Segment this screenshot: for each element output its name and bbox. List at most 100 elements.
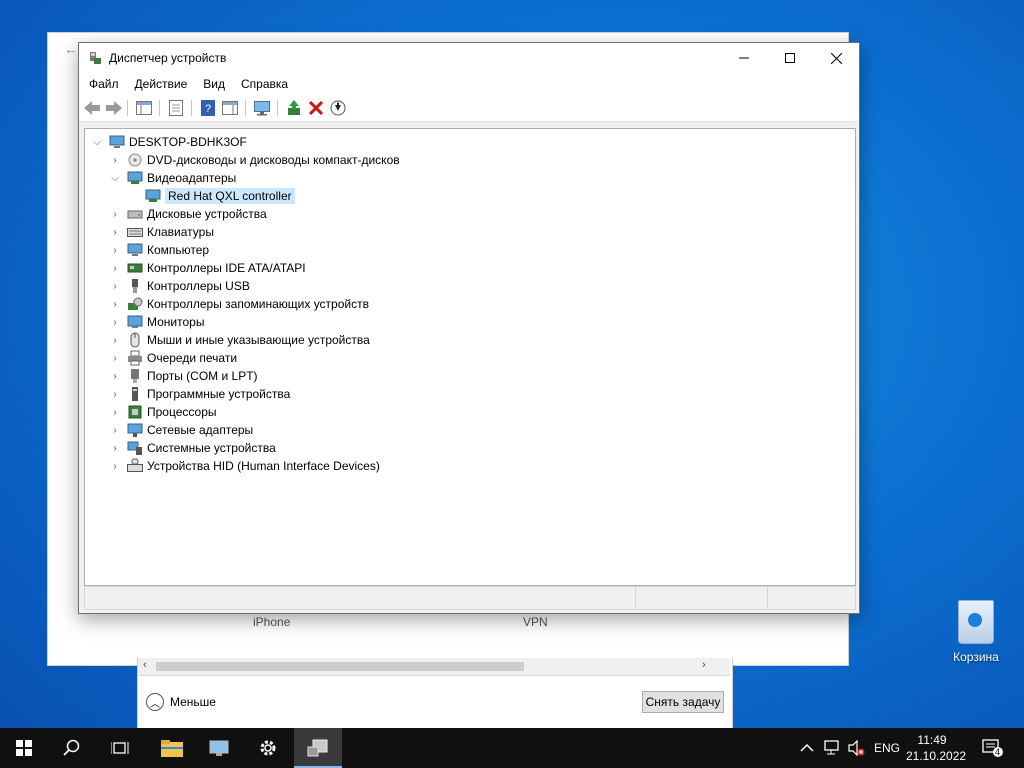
port-icon bbox=[131, 369, 139, 383]
device-manager-icon bbox=[90, 52, 101, 64]
chevron-right-icon[interactable]: › bbox=[109, 299, 121, 310]
tree-root[interactable]: ⌵ DESKTOP-BDHK3OF bbox=[91, 133, 247, 151]
tree-item-software-devices[interactable]: › Программные устройства bbox=[109, 385, 290, 403]
chevron-right-icon[interactable]: › bbox=[109, 389, 121, 400]
scroll-left-icon[interactable]: ‹ bbox=[143, 659, 147, 671]
chevron-right-icon[interactable]: › bbox=[109, 245, 121, 256]
chevron-right-icon[interactable]: › bbox=[109, 317, 121, 328]
forward-button[interactable] bbox=[105, 99, 123, 117]
uninstall-icon bbox=[309, 101, 323, 115]
menu-file[interactable]: Файл bbox=[83, 77, 125, 91]
chevron-down-icon[interactable]: ⌵ bbox=[91, 137, 103, 148]
tree-item-computer[interactable]: › Компьютер bbox=[109, 241, 209, 259]
chevron-right-icon[interactable]: › bbox=[109, 155, 121, 166]
chevron-right-icon[interactable]: › bbox=[109, 425, 121, 436]
fewer-details-button[interactable]: ︿ Меньше bbox=[146, 693, 216, 711]
tree-item-disk-drives[interactable]: › Дисковые устройства bbox=[109, 205, 267, 223]
tree-item-dvd[interactable]: › DVD-дисководы и дисководы компакт-диск… bbox=[109, 151, 400, 169]
tree-item-storage-controllers[interactable]: › Контроллеры запоминающих устройств bbox=[109, 295, 369, 313]
monitor-scan-icon bbox=[254, 101, 270, 116]
tree-item-usb-controllers[interactable]: › Контроллеры USB bbox=[109, 277, 250, 295]
minimize-button[interactable] bbox=[721, 43, 767, 73]
notification-center-button[interactable]: 4 bbox=[982, 728, 1004, 768]
iphone-label[interactable]: iPhone bbox=[253, 615, 290, 629]
properties-icon bbox=[169, 100, 183, 116]
update-driver-button[interactable] bbox=[285, 99, 303, 117]
dvd-drive-icon bbox=[128, 153, 142, 167]
tree-item-label: DVD-дисководы и дисководы компакт-дисков bbox=[147, 153, 400, 167]
task-view-button[interactable] bbox=[96, 728, 144, 768]
properties-button[interactable] bbox=[167, 99, 185, 117]
tree-item-keyboards[interactable]: › Клавиатуры bbox=[109, 223, 214, 241]
end-task-button[interactable]: Снять задачу bbox=[642, 691, 724, 713]
back-arrow-icon[interactable]: ← bbox=[64, 41, 78, 57]
chevron-right-icon[interactable]: › bbox=[109, 209, 121, 220]
chevron-right-icon[interactable]: › bbox=[109, 407, 121, 418]
display-adapter-icon bbox=[145, 189, 161, 202]
tree-item-label: Контроллеры запоминающих устройств bbox=[147, 297, 369, 311]
tray-chevron[interactable] bbox=[800, 728, 814, 768]
tree-item-processors[interactable]: › Процессоры bbox=[109, 403, 216, 421]
tree-item-mice[interactable]: › Мыши и иные указывающие устройства bbox=[109, 331, 370, 349]
recycle-bin[interactable]: Корзина bbox=[944, 600, 1008, 664]
tree-item-ide-controllers[interactable]: › Контроллеры IDE ATA/ATAPI bbox=[109, 259, 305, 277]
maximize-button[interactable] bbox=[767, 43, 813, 73]
tree-item-display-adapters[interactable]: ⌵ Видеоадаптеры bbox=[109, 169, 236, 187]
disk-drive-icon bbox=[127, 210, 143, 219]
file-explorer-button[interactable] bbox=[148, 728, 196, 768]
action-pane-button[interactable] bbox=[221, 99, 239, 117]
tree-item-system-devices[interactable]: › Системные устройства bbox=[109, 439, 276, 457]
chevron-right-icon[interactable]: › bbox=[109, 353, 121, 364]
chevron-right-icon[interactable]: › bbox=[109, 335, 121, 346]
status-bar bbox=[84, 586, 856, 610]
title-bar[interactable]: Диспетчер устройств bbox=[79, 43, 859, 73]
settings-taskbar-button[interactable] bbox=[244, 728, 292, 768]
chevron-right-icon[interactable]: › bbox=[109, 461, 121, 472]
vpn-label[interactable]: VPN bbox=[523, 615, 548, 629]
tree-item-monitors[interactable]: › Мониторы bbox=[109, 313, 204, 331]
chevron-right-icon[interactable]: › bbox=[109, 263, 121, 274]
language-indicator[interactable]: ENG bbox=[874, 728, 900, 768]
help-icon: ? bbox=[201, 100, 215, 116]
tree-item-label: Дисковые устройства bbox=[147, 207, 267, 221]
device-tree[interactable]: ⌵ DESKTOP-BDHK3OF › DVD-дисководы и диск… bbox=[84, 128, 856, 586]
chevron-right-icon[interactable]: › bbox=[109, 443, 121, 454]
scan-hardware-button[interactable] bbox=[253, 99, 271, 117]
status-cell bbox=[767, 587, 768, 609]
chevron-right-icon[interactable]: › bbox=[109, 281, 121, 292]
uninstall-device-button[interactable] bbox=[307, 99, 325, 117]
tree-item-ports[interactable]: › Порты (COM и LPT) bbox=[109, 367, 258, 385]
tree-item-red-hat-qxl[interactable]: Red Hat QXL controller bbox=[127, 187, 295, 205]
device-manager-taskbar-button[interactable] bbox=[196, 728, 244, 768]
update-driver-icon bbox=[288, 100, 300, 115]
mouse-icon bbox=[130, 332, 140, 348]
disable-device-button[interactable] bbox=[329, 99, 347, 117]
menu-view[interactable]: Вид bbox=[197, 77, 231, 91]
horizontal-scrollbar[interactable]: ‹ › bbox=[138, 658, 730, 676]
chevron-right-icon[interactable]: › bbox=[109, 227, 121, 238]
network-tray[interactable] bbox=[824, 728, 842, 768]
close-button[interactable] bbox=[813, 43, 859, 73]
help-button[interactable]: ? bbox=[199, 99, 217, 117]
scroll-right-icon[interactable]: › bbox=[702, 659, 706, 671]
console-tree-button[interactable] bbox=[135, 99, 153, 117]
task-manager-taskbar-button[interactable] bbox=[294, 728, 342, 768]
task-manager-window: ‹ › ︿ Меньше Снять задачу bbox=[137, 658, 733, 729]
volume-tray[interactable] bbox=[848, 728, 866, 768]
search-button[interactable] bbox=[48, 728, 96, 768]
chevron-down-icon[interactable]: ⌵ bbox=[109, 173, 121, 184]
menu-action[interactable]: Действие bbox=[129, 77, 194, 91]
tree-item-hid[interactable]: › Устройства HID (Human Interface Device… bbox=[109, 457, 380, 475]
tree-item-print-queues[interactable]: › Очереди печати bbox=[109, 349, 237, 367]
tree-item-label: Порты (COM и LPT) bbox=[147, 369, 258, 383]
menu-help[interactable]: Справка bbox=[235, 77, 294, 91]
clock[interactable]: 11:49 21.10.2022 bbox=[906, 732, 966, 764]
chevron-up-icon bbox=[800, 743, 814, 752]
back-button[interactable] bbox=[83, 99, 101, 117]
tree-item-label: Red Hat QXL controller bbox=[165, 188, 295, 204]
start-button[interactable] bbox=[0, 728, 48, 768]
tree-item-network-adapters[interactable]: › Сетевые адаптеры bbox=[109, 421, 253, 439]
scrollbar-thumb[interactable] bbox=[156, 662, 524, 671]
chevron-right-icon[interactable]: › bbox=[109, 371, 121, 382]
tree-item-label: Клавиатуры bbox=[147, 225, 214, 239]
